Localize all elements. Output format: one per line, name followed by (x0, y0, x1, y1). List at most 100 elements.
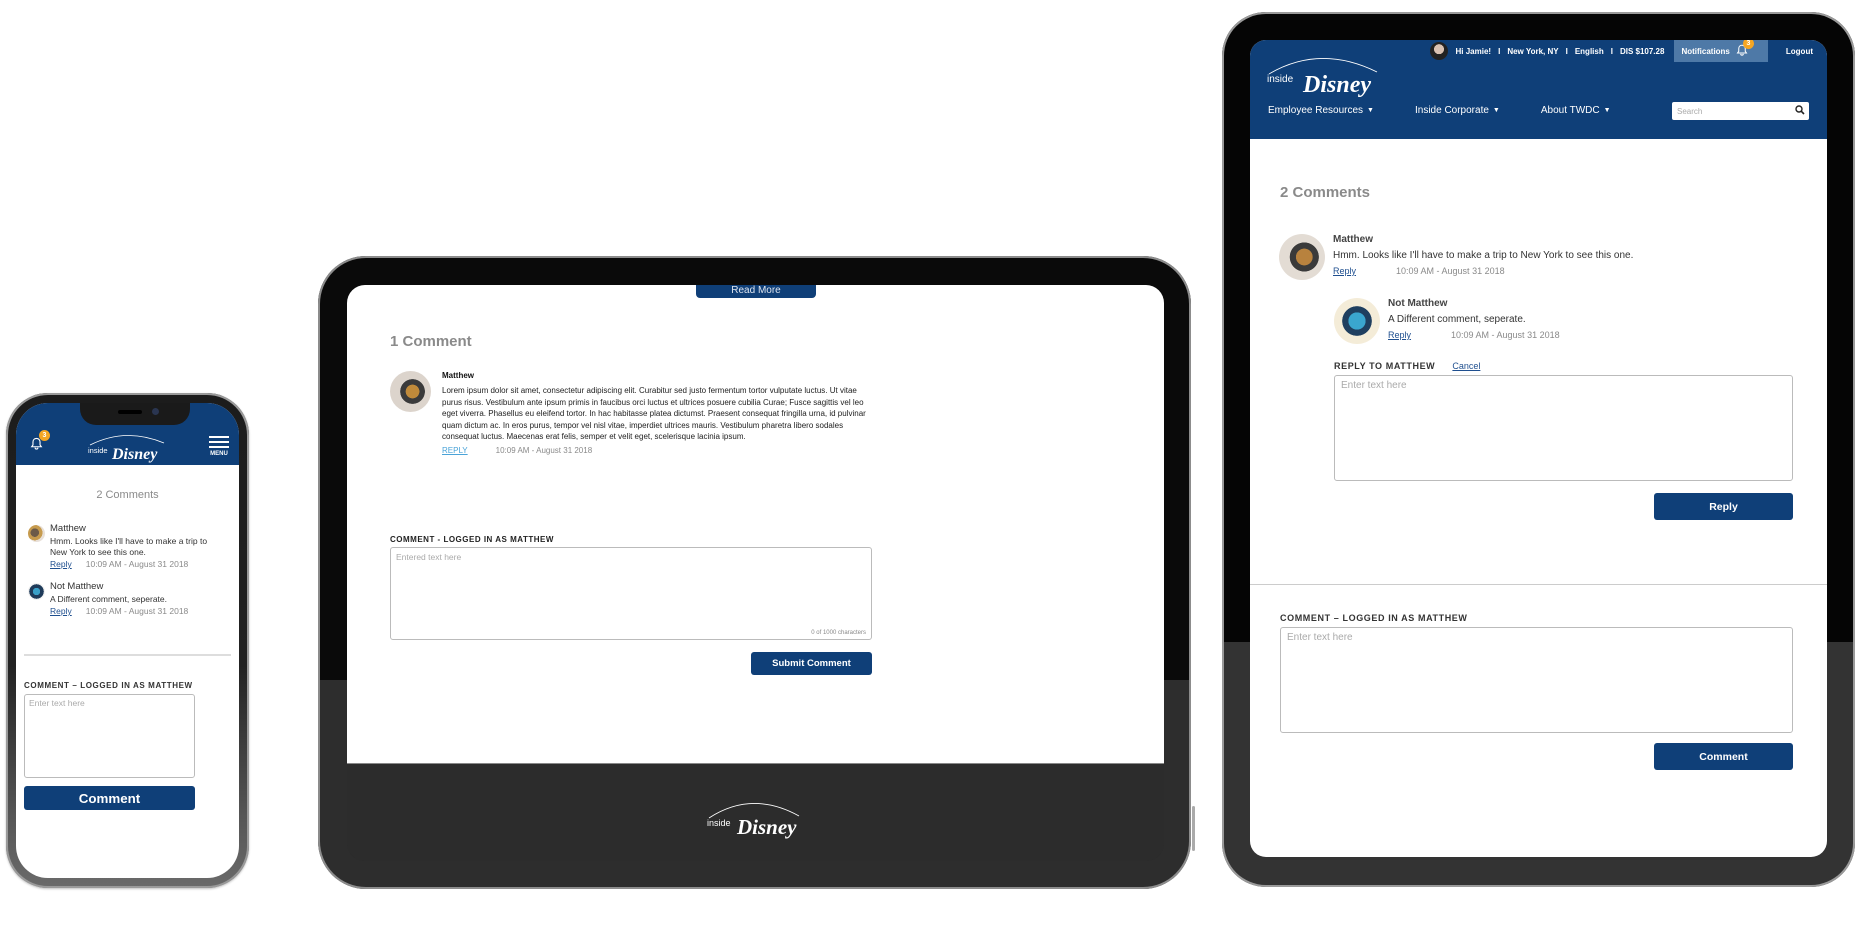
reply-link[interactable]: Reply (50, 559, 72, 569)
comment-author: Matthew (50, 523, 86, 534)
read-more-button[interactable]: Read More (696, 285, 816, 298)
comment-text: Hmm. Looks like I'll have to make a trip… (50, 536, 208, 557)
chevron-down-icon: ▼ (1603, 107, 1611, 114)
logo-icon: inside Disney (707, 803, 800, 839)
reply-item: Not Matthew A Different comment, seperat… (1334, 298, 1560, 344)
notifications-button[interactable]: 3 (30, 430, 50, 455)
comment-author: Matthew (1333, 234, 1373, 245)
hamburger-icon-bar (209, 441, 229, 443)
reply-form-label: REPLY TO MATTHEW Cancel (1334, 361, 1480, 371)
comment-timestamp: 10:09 AM - August 31 2018 (495, 445, 593, 455)
notifications-button[interactable]: Notifications 3 (1674, 40, 1768, 62)
greeting: Hi Jamie! (1455, 46, 1492, 56)
reply-link[interactable]: REPLY (442, 446, 468, 455)
comment-input[interactable] (1280, 627, 1793, 733)
logo-icon: inside Disney (88, 435, 165, 463)
comment-timestamp: 10:09 AM - August 31 2018 (85, 559, 189, 569)
comment-text: Lorem ipsum dolor sit amet, consectetur … (442, 386, 866, 441)
reply-link[interactable]: Reply (1388, 330, 1411, 340)
comment-form-label: COMMENT - LOGGED IN AS MATTHEW (390, 535, 554, 544)
inside-disney-logo[interactable]: inside Disney (1265, 52, 1383, 107)
char-counter: 0 of 1000 characters (811, 630, 866, 636)
comment-item: Matthew Lorem ipsum dolor sit amet, cons… (390, 371, 875, 455)
chevron-down-icon: ▼ (1492, 107, 1500, 114)
comment-text: Hmm. Looks like I'll have to make a trip… (1333, 250, 1634, 261)
comment-count: 2 Comments (1280, 184, 1371, 201)
language-selector[interactable]: English (1575, 47, 1604, 56)
reply-input[interactable] (1334, 375, 1793, 481)
nav-employee-resources[interactable]: Employee Resources ▼ (1268, 105, 1374, 116)
notifications-label: Notifications (1681, 46, 1730, 56)
comment-text: A Different comment, seperate. (50, 594, 168, 604)
cancel-reply-link[interactable]: Cancel (1452, 361, 1480, 371)
speaker-icon (118, 410, 142, 414)
comment-author: Not Matthew (50, 581, 104, 592)
separator: I (1498, 46, 1501, 56)
comment-item: Not Matthew A Different comment, seperat… (28, 581, 239, 616)
comment-count: 2 Comments (96, 489, 159, 501)
phone-notch (80, 403, 190, 425)
notification-badge: 3 (1742, 40, 1754, 49)
menu-button[interactable]: MENU (209, 436, 229, 457)
avatar (28, 525, 45, 542)
device-side-button (1192, 806, 1195, 851)
nav-inside-corporate[interactable]: Inside Corporate ▼ (1415, 105, 1500, 116)
phone-mockup: 3 inside Disney MENU 2 Comments Matthew … (6, 393, 249, 888)
comment-author: Matthew (442, 371, 474, 380)
comment-count: 1 Comment (390, 333, 472, 350)
main-nav: Employee Resources ▼ Inside Corporate ▼ Ab… (1268, 105, 1652, 116)
reply-link[interactable]: Reply (50, 606, 72, 616)
comment-form-label: COMMENT – LOGGED IN AS MATTHEW (24, 681, 193, 690)
search-box (1672, 102, 1809, 120)
site-header: Hi Jamie! I New York, NY I English I DIS… (1250, 40, 1827, 139)
comment-timestamp: 10:09 AM - August 31 2018 (1451, 330, 1560, 340)
nav-about-twdc[interactable]: About TWDC ▼ (1541, 105, 1611, 116)
nav-label: Employee Resources (1268, 105, 1364, 116)
svg-text:Disney: Disney (111, 446, 158, 463)
comment-text: A Different comment, seperate. (1388, 314, 1526, 325)
comment-button[interactable]: Comment (24, 786, 195, 810)
submit-comment-button[interactable]: Submit Comment (751, 652, 872, 675)
hamburger-icon-bar (209, 446, 229, 448)
reply-button[interactable]: Reply (1654, 493, 1793, 520)
comment-input-wrapper: 0 of 1000 characters (390, 547, 872, 640)
camera-icon (152, 408, 159, 415)
stock-ticker: DIS $107.28 (1619, 46, 1665, 56)
search-icon[interactable] (1791, 102, 1809, 120)
footer-logo[interactable]: inside Disney (707, 796, 807, 851)
reply-form-title: REPLY TO MATTHEW (1334, 361, 1436, 371)
comment-input[interactable] (24, 694, 195, 778)
utility-bar: Hi Jamie! I New York, NY I English I DIS… (1429, 40, 1828, 62)
svg-text:inside: inside (1267, 74, 1294, 85)
search-input[interactable] (1672, 106, 1791, 116)
location[interactable]: New York, NY (1507, 47, 1558, 56)
avatar (1279, 234, 1325, 280)
divider (1250, 584, 1827, 585)
nav-label: Inside Corporate (1414, 105, 1489, 116)
site-footer: inside Disney (347, 763, 1164, 861)
comment-item: Matthew Hmm. Looks like I'll have to mak… (1279, 234, 1634, 280)
svg-text:inside: inside (707, 818, 731, 828)
svg-text:inside: inside (88, 446, 108, 455)
inside-disney-logo[interactable]: inside Disney (86, 431, 170, 470)
comment-button[interactable]: Comment (1654, 743, 1793, 770)
user-avatar[interactable] (1429, 42, 1448, 60)
comment-item: Matthew Hmm. Looks like I'll have to mak… (28, 523, 239, 569)
landscape-tablet-mockup: Read More 1 Comment Matthew Lorem ipsum … (318, 256, 1195, 889)
comment-form-label: COMMENT – LOGGED IN AS MATTHEW (1280, 613, 1468, 623)
landscape-screen: Read More 1 Comment Matthew Lorem ipsum … (347, 285, 1164, 861)
avatar (28, 583, 45, 600)
comment-input[interactable] (391, 548, 871, 639)
divider (24, 654, 231, 656)
reply-link[interactable]: Reply (1333, 266, 1356, 276)
landscape-content: Read More 1 Comment Matthew Lorem ipsum … (347, 285, 1164, 763)
notification-badge: 3 (39, 430, 50, 441)
hamburger-icon (209, 436, 229, 438)
svg-text:Disney: Disney (736, 815, 797, 839)
avatar (390, 371, 431, 412)
separator: I (1610, 46, 1613, 56)
avatar (1334, 298, 1380, 344)
phone-screen: 3 inside Disney MENU 2 Comments Matthew … (16, 403, 239, 878)
logout-link[interactable]: Logout (1768, 47, 1827, 56)
menu-label: MENU (210, 451, 228, 457)
